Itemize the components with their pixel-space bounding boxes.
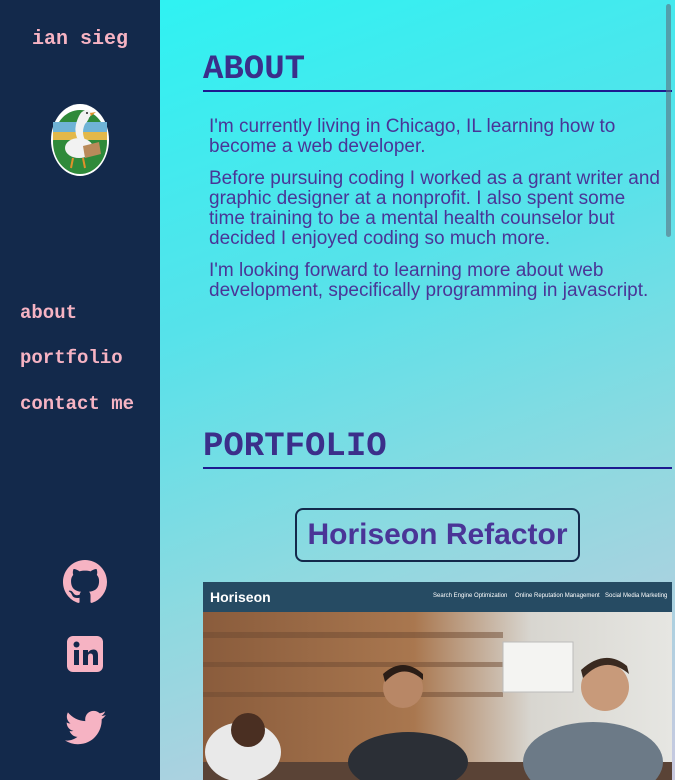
about-heading: ABOUT [203,50,672,92]
nav-link-about[interactable]: about [20,302,77,324]
about-paragraph-2: Before pursuing coding I worked as a gra… [209,168,660,249]
github-icon[interactable] [63,560,107,604]
sidebar: ian sieg about portfolio contact me [0,0,160,780]
team-meeting-photo [203,612,672,780]
preview-brand: Horiseon [210,589,271,605]
portfolio-heading: PORTFOLIO [203,427,672,469]
scrollbar-thumb[interactable] [666,4,671,237]
main-content: ABOUT I'm currently living in Chicago, I… [160,0,675,780]
linkedin-icon[interactable] [63,632,107,676]
duck-logo [51,104,109,176]
nav-link-portfolio[interactable]: portfolio [20,347,123,369]
nav-link-contact[interactable]: contact me [20,393,134,415]
project-title-button[interactable]: Horiseon Refactor [295,508,580,562]
about-paragraph-3: I'm looking forward to learning more abo… [209,260,649,301]
preview-nav-item: Online Reputation Management [515,593,600,599]
about-paragraph-1: I'm currently living in Chicago, IL lear… [209,116,616,157]
preview-header-bar: Horiseon Search Engine Optimization Onli… [203,582,672,612]
site-brand[interactable]: ian sieg [0,28,160,51]
project-preview-image[interactable]: Horiseon Search Engine Optimization Onli… [203,582,672,780]
twitter-icon[interactable] [63,705,107,749]
preview-nav-item: Social Media Marketing [605,593,668,599]
preview-nav-item: Search Engine Optimization [433,593,508,599]
